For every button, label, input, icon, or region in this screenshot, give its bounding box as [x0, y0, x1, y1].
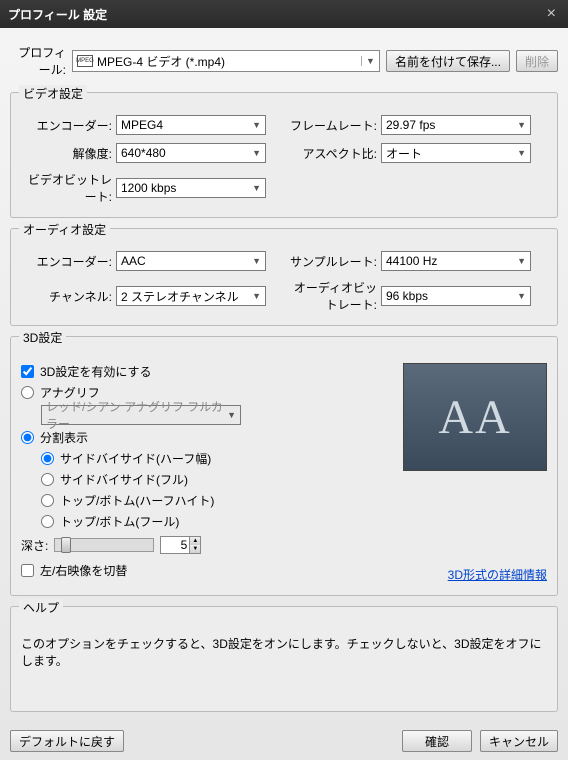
enable-3d-label: 3D設定を有効にする	[40, 363, 151, 380]
anaglyph-radio[interactable]	[21, 386, 34, 399]
video-encoder-label: エンコーダー:	[21, 117, 116, 134]
save-as-button[interactable]: 名前を付けて保存...	[386, 50, 510, 72]
audio-encoder-combo[interactable]: AAC▼	[116, 251, 266, 271]
content: プロフィール: MPEG MPEG-4 ビデオ (*.mp4) ▼ 名前を付けて…	[0, 28, 568, 760]
depth-label: 深さ:	[21, 537, 48, 554]
3d-legend: 3D設定	[19, 329, 66, 346]
help-fieldset: ヘルプ このオプションをチェックすると、3D設定をオンにします。チェックしないと…	[10, 606, 558, 712]
tb-half-label: トップ/ボトム(ハーフハイト)	[60, 492, 214, 509]
tb-full-label: トップ/ボトム(フール)	[60, 513, 179, 530]
footer: デフォルトに戻す 確認 キャンセル	[10, 730, 558, 752]
audio-bitrate-label: オーディオビットレート:	[286, 279, 381, 313]
profile-row: プロフィール: MPEG MPEG-4 ビデオ (*.mp4) ▼ 名前を付けて…	[10, 44, 558, 78]
video-bitrate-combo[interactable]: 1200 kbps▼	[116, 178, 266, 198]
channel-label: チャンネル:	[21, 288, 116, 305]
sbs-full-radio[interactable]	[41, 473, 54, 486]
chevron-down-icon[interactable]: ▼	[227, 410, 236, 420]
chevron-down-icon[interactable]: ▼	[517, 291, 526, 301]
close-icon[interactable]: ×	[543, 5, 560, 23]
chevron-down-icon[interactable]: ▼	[517, 256, 526, 266]
tb-half-radio[interactable]	[41, 494, 54, 507]
chevron-down-icon[interactable]: ▼	[517, 120, 526, 130]
spinner-up-icon[interactable]: ▲	[190, 537, 200, 545]
split-label: 分割表示	[40, 429, 88, 446]
audio-fieldset: オーディオ設定 エンコーダー: AAC▼ サンプルレート: 44100 Hz▼ …	[10, 228, 558, 326]
samplerate-combo[interactable]: 44100 Hz▼	[381, 251, 531, 271]
sbs-full-label: サイドバイサイド(フル)	[60, 471, 188, 488]
video-bitrate-label: ビデオビットレート:	[21, 171, 116, 205]
3d-preview: AA	[403, 363, 547, 471]
profile-value: MPEG-4 ビデオ (*.mp4)	[97, 53, 225, 70]
aspect-label: アスペクト比:	[286, 145, 381, 162]
3d-fieldset: 3D設定 3D設定を有効にする アナグリフ レッド/シアン アナグリフ フルカラ…	[10, 336, 558, 596]
chevron-down-icon[interactable]: ▼	[252, 148, 261, 158]
resolution-label: 解像度:	[21, 145, 116, 162]
swap-lr-checkbox[interactable]	[21, 564, 34, 577]
chevron-down-icon[interactable]: ▼	[252, 183, 261, 193]
video-fieldset: ビデオ設定 エンコーダー: MPEG4▼ フレームレート: 29.97 fps▼…	[10, 92, 558, 218]
window-title: プロフィール 設定	[8, 6, 107, 23]
channel-combo[interactable]: 2 ステレオチャンネル▼	[116, 286, 266, 306]
chevron-down-icon[interactable]: ▼	[252, 291, 261, 301]
help-legend: ヘルプ	[19, 599, 63, 616]
profile-label: プロフィール:	[10, 44, 66, 78]
help-text: このオプションをチェックすると、3D設定をオンにします。チェックしないと、3D設…	[21, 635, 547, 669]
slider-thumb[interactable]	[61, 537, 71, 553]
tb-full-radio[interactable]	[41, 515, 54, 528]
cancel-button[interactable]: キャンセル	[480, 730, 558, 752]
audio-encoder-label: エンコーダー:	[21, 253, 116, 270]
default-button[interactable]: デフォルトに戻す	[10, 730, 124, 752]
sbs-half-label: サイドバイサイド(ハーフ幅)	[60, 450, 211, 467]
framerate-combo[interactable]: 29.97 fps▼	[381, 115, 531, 135]
enable-3d-checkbox[interactable]	[21, 365, 34, 378]
chevron-down-icon[interactable]: ▼	[517, 148, 526, 158]
chevron-down-icon[interactable]: ▼	[252, 120, 261, 130]
chevron-down-icon[interactable]: ▼	[361, 56, 375, 66]
depth-input[interactable]	[160, 536, 190, 554]
depth-spinner[interactable]: ▲▼	[160, 536, 201, 554]
audio-bitrate-combo[interactable]: 96 kbps▼	[381, 286, 531, 306]
audio-legend: オーディオ設定	[19, 221, 110, 238]
chevron-down-icon[interactable]: ▼	[252, 256, 261, 266]
swap-lr-label: 左/右映像を切替	[40, 562, 127, 579]
profile-select[interactable]: MPEG MPEG-4 ビデオ (*.mp4) ▼	[72, 50, 380, 72]
video-legend: ビデオ設定	[19, 85, 87, 102]
ok-button[interactable]: 確認	[402, 730, 472, 752]
depth-slider[interactable]	[54, 538, 154, 552]
titlebar: プロフィール 設定 ×	[0, 0, 568, 28]
framerate-label: フレームレート:	[286, 117, 381, 134]
spinner-down-icon[interactable]: ▼	[190, 545, 200, 553]
mpeg-icon: MPEG	[77, 55, 93, 67]
resolution-combo[interactable]: 640*480▼	[116, 143, 266, 163]
delete-button[interactable]: 削除	[516, 50, 558, 72]
samplerate-label: サンプルレート:	[286, 253, 381, 270]
video-encoder-combo[interactable]: MPEG4▼	[116, 115, 266, 135]
sbs-half-radio[interactable]	[41, 452, 54, 465]
aspect-combo[interactable]: オート▼	[381, 143, 531, 163]
split-radio[interactable]	[21, 431, 34, 444]
3d-format-link[interactable]: 3D形式の詳細情報	[448, 566, 547, 583]
anaglyph-combo[interactable]: レッド/シアン アナグリフ フルカラー▼	[41, 405, 241, 425]
